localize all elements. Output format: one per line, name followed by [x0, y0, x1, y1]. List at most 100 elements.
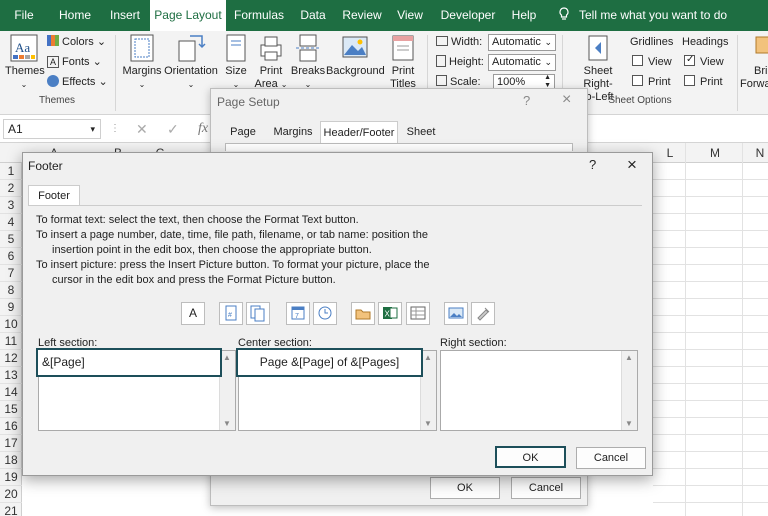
- row-header[interactable]: 18: [0, 452, 22, 469]
- breaks-button[interactable]: Breaks ⌄: [290, 33, 326, 91]
- row-header[interactable]: 17: [0, 435, 22, 452]
- row-header[interactable]: 2: [0, 180, 22, 197]
- tab-margins[interactable]: Margins: [270, 121, 316, 143]
- tab-data[interactable]: Data: [292, 0, 334, 31]
- clock-icon: [318, 306, 332, 320]
- row-header[interactable]: 4: [0, 214, 22, 231]
- scroll-up-icon[interactable]: ▲: [625, 353, 633, 362]
- headings-view-label: View: [700, 56, 724, 68]
- fonts-button[interactable]: A Fonts ⌄: [47, 55, 102, 69]
- tab-review[interactable]: Review: [336, 0, 388, 31]
- tab-file[interactable]: File: [0, 0, 48, 31]
- column-header[interactable]: M: [690, 143, 740, 163]
- name-box[interactable]: A1 ▾: [3, 119, 101, 139]
- effects-button[interactable]: Effects ⌄: [47, 75, 108, 89]
- row-header[interactable]: 21: [0, 503, 22, 516]
- tab-header-footer[interactable]: Header/Footer: [320, 121, 398, 143]
- close-button[interactable]: ×: [627, 155, 637, 175]
- left-section-text[interactable]: &[Page]: [36, 348, 222, 377]
- scroll-up-icon[interactable]: ▲: [223, 353, 231, 362]
- close-button[interactable]: ×: [562, 91, 571, 109]
- insert-file-name-button[interactable]: X: [378, 302, 402, 325]
- insert-sheet-name-button[interactable]: [406, 302, 430, 325]
- row-header[interactable]: 1: [0, 163, 22, 180]
- tell-me-search[interactable]: Tell me what you want to do: [557, 0, 727, 31]
- tab-sheet[interactable]: Sheet: [402, 121, 440, 143]
- tab-developer[interactable]: Developer: [432, 0, 504, 31]
- row-header[interactable]: 6: [0, 248, 22, 265]
- tab-page-layout[interactable]: Page Layout: [150, 0, 226, 31]
- insert-time-button[interactable]: [313, 302, 337, 325]
- chevron-down-icon: ⌄: [544, 57, 552, 67]
- size-button[interactable]: Size ⌄: [222, 33, 250, 91]
- sheet-grid[interactable]: [653, 163, 768, 516]
- themes-button[interactable]: Aa Themes ⌄: [5, 33, 45, 91]
- insert-date-button[interactable]: 7: [286, 302, 310, 325]
- ok-button[interactable]: OK: [495, 446, 566, 468]
- background-button[interactable]: Background: [326, 33, 385, 78]
- right-section-editor[interactable]: ▲ ▼: [440, 350, 638, 431]
- gridlines-print-checkbox[interactable]: Print: [632, 75, 671, 89]
- number-of-pages-icon: [250, 305, 265, 322]
- height-dropdown[interactable]: Automatic ⌄: [488, 54, 556, 71]
- gridlines-view-checkbox[interactable]: View: [632, 55, 672, 69]
- page-setup-ok-button[interactable]: OK: [430, 477, 500, 499]
- tab-footer[interactable]: Footer: [28, 185, 80, 206]
- help-button[interactable]: ?: [589, 157, 596, 172]
- row-header[interactable]: 3: [0, 197, 22, 214]
- scroll-down-icon[interactable]: ▼: [625, 419, 633, 428]
- row-header[interactable]: 14: [0, 384, 22, 401]
- page-setup-cancel-button[interactable]: Cancel: [511, 477, 581, 499]
- scroll-up-icon[interactable]: ▲: [424, 353, 432, 362]
- row-header[interactable]: 5: [0, 231, 22, 248]
- row-header[interactable]: 8: [0, 282, 22, 299]
- insert-function-icon[interactable]: fx: [198, 121, 208, 137]
- cancel-button[interactable]: Cancel: [576, 447, 646, 469]
- tab-home[interactable]: Home: [50, 0, 100, 31]
- row-header[interactable]: 16: [0, 418, 22, 435]
- margins-button[interactable]: Margins ⌄: [121, 33, 163, 91]
- scroll-down-icon[interactable]: ▼: [424, 419, 432, 428]
- tab-page[interactable]: Page: [226, 121, 260, 143]
- row-header[interactable]: 11: [0, 333, 22, 350]
- print-area-button[interactable]: Print Area ⌄: [254, 33, 288, 91]
- row-header[interactable]: 13: [0, 367, 22, 384]
- row-header[interactable]: 9: [0, 299, 22, 316]
- instruction-line: To insert a page number, date, time, fil…: [36, 229, 428, 241]
- format-picture-button[interactable]: [471, 302, 495, 325]
- row-header[interactable]: 7: [0, 265, 22, 282]
- tab-help[interactable]: Help: [506, 0, 542, 31]
- colors-button[interactable]: Colors ⌄: [47, 35, 106, 49]
- row-header[interactable]: 15: [0, 401, 22, 418]
- row-header[interactable]: 10: [0, 316, 22, 333]
- insert-number-of-pages-button[interactable]: [246, 302, 270, 325]
- center-section-text[interactable]: Page &[Page] of &[Pages]: [236, 348, 423, 377]
- headings-view-checkbox[interactable]: ✓ View: [684, 54, 724, 69]
- insert-file-path-button[interactable]: [351, 302, 375, 325]
- scrollbar[interactable]: ▲ ▼: [621, 351, 637, 430]
- tab-view[interactable]: View: [390, 0, 430, 31]
- scale-label: Scale:: [436, 75, 481, 89]
- scroll-down-icon[interactable]: ▼: [223, 419, 231, 428]
- insert-picture-button[interactable]: [444, 302, 468, 325]
- column-header[interactable]: L: [655, 143, 685, 163]
- tab-formulas[interactable]: Formulas: [228, 0, 290, 31]
- enter-icon[interactable]: ✓: [167, 121, 179, 138]
- width-dropdown[interactable]: Automatic ⌄: [488, 34, 556, 51]
- print-titles-icon: [392, 35, 414, 61]
- column-header[interactable]: N: [745, 143, 768, 163]
- cancel-icon[interactable]: ✕: [136, 121, 148, 138]
- insert-page-number-button[interactable]: #: [219, 302, 243, 325]
- headings-print-checkbox[interactable]: Print: [684, 75, 723, 89]
- row-header[interactable]: 19: [0, 469, 22, 486]
- print-titles-button[interactable]: Print Titles: [386, 33, 420, 91]
- more-icon[interactable]: ⋮: [110, 123, 120, 134]
- width-value: Automatic: [492, 36, 541, 48]
- format-text-button[interactable]: A: [181, 302, 205, 325]
- bring-forward-button[interactable]: Brin Forwa: [740, 33, 768, 91]
- help-button[interactable]: ?: [523, 93, 530, 108]
- orientation-button[interactable]: Orientation ⌄: [163, 33, 219, 91]
- tab-insert[interactable]: Insert: [101, 0, 149, 31]
- row-header[interactable]: 20: [0, 486, 22, 503]
- row-header[interactable]: 12: [0, 350, 22, 367]
